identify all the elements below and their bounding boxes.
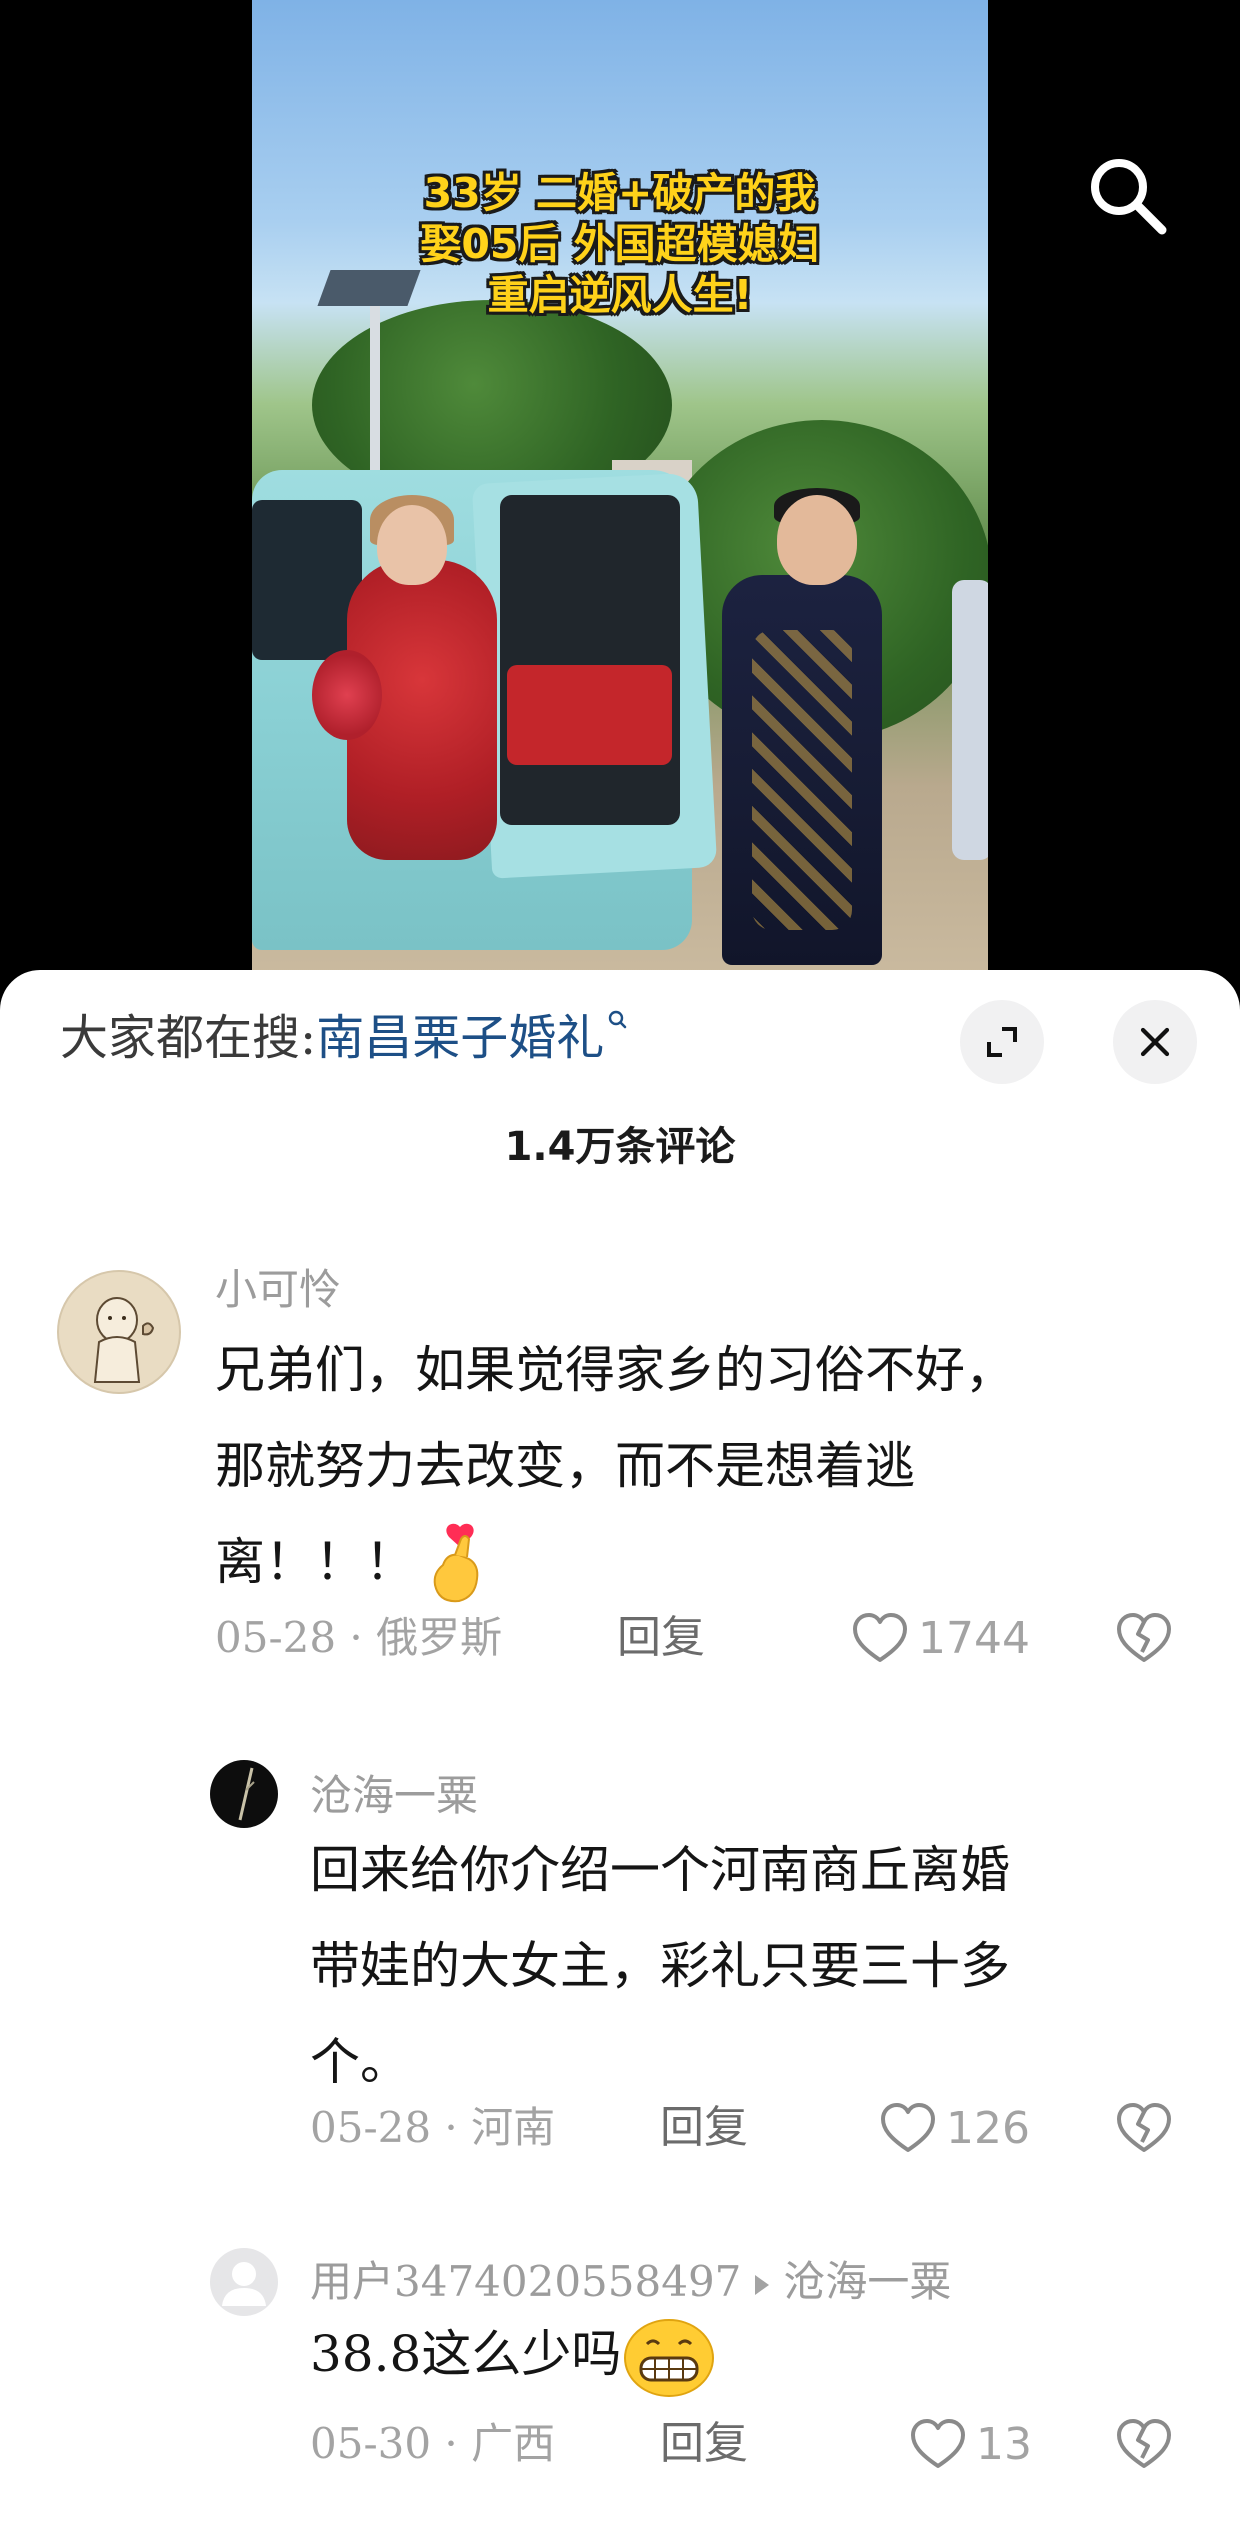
- broken-heart-icon: [1117, 1613, 1171, 1662]
- car-window: [252, 500, 362, 660]
- reply-button[interactable]: 回复: [617, 1610, 705, 1666]
- comment-sheet: 大家都在搜:南昌栗子婚礼 1.4万条评论 小可怜 兄弟们，如果觉得家乡的习俗不好…: [0, 970, 1240, 2544]
- comment-meta: 05-30 · 广西: [310, 2416, 555, 2472]
- overlay-title-line: 重启逆风人生!: [487, 271, 753, 319]
- comment-location: 俄罗斯: [376, 1613, 503, 1662]
- comment-date: 05-28: [310, 2103, 432, 2152]
- avatar[interactable]: [210, 1760, 278, 1828]
- like-button[interactable]: 13: [910, 2416, 1032, 2472]
- meta-separator: ·: [336, 1613, 377, 1662]
- comment-text-line: 那就努力去改变，而不是想着逃: [215, 1437, 915, 1495]
- grinning-face-emoji-icon: [624, 2319, 715, 2397]
- close-button[interactable]: [1113, 1000, 1197, 1084]
- comment-reply-item: 用户3474020558497 沧海一粟 38.8这么少吗 05-30 · 广西 …: [0, 2248, 1240, 2544]
- finger-heart-emoji-icon: [433, 1523, 479, 1603]
- broken-heart-icon: [1117, 2103, 1171, 2152]
- comment-date: 05-28: [215, 1613, 337, 1662]
- default-user-icon: [222, 2262, 266, 2306]
- reply-to-arrow-icon: [755, 2275, 770, 2295]
- comment-text-fragment: 38.8这么少吗: [310, 2325, 622, 2383]
- comment-location: 河南: [471, 2103, 556, 2152]
- meta-separator: ·: [431, 2103, 472, 2152]
- reply-target-author[interactable]: 沧海一粟: [783, 2257, 951, 2306]
- like-button[interactable]: 126: [880, 2100, 1030, 2156]
- groom-head: [777, 495, 857, 585]
- reply-button[interactable]: 回复: [660, 2100, 748, 2156]
- comment-meta: 05-28 · 俄罗斯: [215, 1610, 502, 1666]
- comment-author[interactable]: 用户3474020558497: [310, 2257, 741, 2306]
- comment-text: 38.8这么少吗: [310, 2306, 1210, 2402]
- like-count: 126: [946, 2102, 1030, 2154]
- comment-author[interactable]: 沧海一粟: [310, 1768, 478, 1824]
- dislike-button[interactable]: [1116, 1612, 1172, 1666]
- comment-text-line: 个。: [310, 2033, 410, 2091]
- dislike-button[interactable]: [1116, 2102, 1172, 2156]
- comment-text-fragment: 离！！！: [215, 1533, 415, 1591]
- comment-count: 1.4万条评论: [504, 1124, 736, 1170]
- trending-search-keyword[interactable]: 南昌栗子婚礼: [316, 1010, 604, 1066]
- comment-text-line: 带娃的大女主，彩礼只要三十多: [310, 1937, 1010, 1995]
- meta-separator: ·: [431, 2419, 472, 2468]
- heart-outline-icon: [881, 2103, 935, 2152]
- comment-location: 广西: [471, 2419, 556, 2468]
- expand-button[interactable]: [960, 1000, 1044, 1084]
- comment-meta: 05-28 · 河南: [310, 2100, 555, 2156]
- overlay-title-line: 娶05后 外国超模媳妇: [420, 220, 820, 268]
- comment-author[interactable]: 小可怜: [215, 1262, 341, 1318]
- comment-text-line: 兄弟们，如果觉得家乡的习俗不好，: [215, 1341, 1015, 1399]
- broken-heart-icon: [1117, 2419, 1171, 2468]
- video-overlay-title: 33岁 二婚+破产的我 娶05后 外国超模媳妇 重启逆风人生!: [252, 168, 988, 321]
- avatar-illustration: [93, 1297, 155, 1383]
- trending-search-hint[interactable]: 大家都在搜:南昌栗子婚礼: [60, 1008, 628, 1068]
- search-small-icon: [609, 1010, 627, 1029]
- avatar[interactable]: [57, 1270, 181, 1394]
- bouquet: [312, 650, 382, 740]
- video-player[interactable]: 33岁 二婚+破产的我 娶05后 外国超模媳妇 重启逆风人生!: [0, 0, 1240, 1010]
- heart-outline-icon: [853, 1613, 907, 1662]
- bystander: [952, 580, 988, 860]
- comment-date: 05-30: [310, 2419, 432, 2468]
- search-icon: [1091, 159, 1167, 235]
- groom-robe-pattern: [752, 630, 852, 930]
- comment-text-line-last: 离！！！: [215, 1514, 1195, 1611]
- expand-icon: [987, 1027, 1017, 1057]
- dislike-button[interactable]: [1116, 2418, 1172, 2472]
- avatar[interactable]: [210, 2248, 278, 2316]
- like-button[interactable]: 1744: [852, 1610, 1030, 1666]
- comment-text: 回来给你介绍一个河南商丘离婚 带娃的大女主，彩礼只要三十多 个。: [310, 1822, 1210, 2110]
- comment-text: 兄弟们，如果觉得家乡的习俗不好， 那就努力去改变，而不是想着逃 离！！！: [215, 1322, 1195, 1611]
- search-button[interactable]: [1082, 150, 1172, 240]
- video-frame: [252, 0, 988, 1010]
- car-door-interior: [500, 495, 680, 825]
- comment-text-line: 回来给你介绍一个河南商丘离婚: [310, 1841, 1010, 1899]
- like-count: 13: [976, 2418, 1032, 2470]
- trending-search-label: 大家都在搜:: [60, 1010, 317, 1066]
- bride-head: [377, 505, 447, 585]
- comment-item: 小可怜 兄弟们，如果觉得家乡的习俗不好， 那就努力去改变，而不是想着逃 离！！！…: [0, 1250, 1240, 1690]
- avatar-illustration: [238, 1767, 255, 1821]
- comment-reply-item: 沧海一粟 回来给你介绍一个河南商丘离婚 带娃的大女主，彩礼只要三十多 个。 05…: [0, 1760, 1240, 2200]
- reply-button[interactable]: 回复: [660, 2416, 748, 2472]
- overlay-title-line: 33岁 二婚+破产的我: [423, 169, 817, 217]
- like-count: 1744: [918, 1612, 1030, 1664]
- sheet-header: 大家都在搜:南昌栗子婚礼: [0, 970, 1240, 1090]
- car-door-trim: [507, 665, 672, 765]
- close-icon: [1140, 1027, 1170, 1057]
- heart-outline-icon: [911, 2419, 965, 2468]
- comment-author-line: 用户3474020558497 沧海一粟: [310, 2254, 951, 2310]
